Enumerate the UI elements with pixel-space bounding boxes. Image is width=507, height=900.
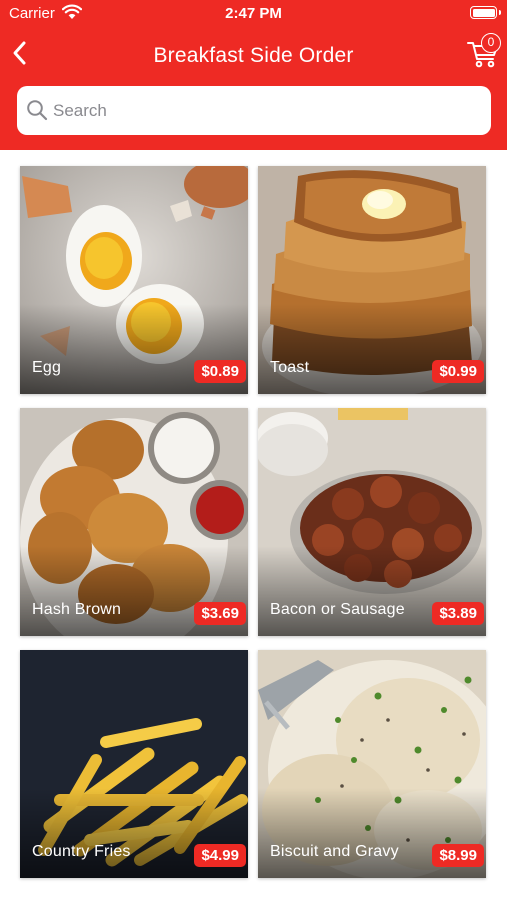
clock: 2:47 PM — [225, 5, 282, 22]
search-input[interactable] — [53, 86, 473, 135]
search-bar[interactable] — [17, 86, 491, 135]
price-badge: $0.89 — [194, 360, 246, 383]
back-button[interactable] — [8, 38, 36, 68]
price-badge: $8.99 — [432, 844, 484, 867]
search-icon — [27, 100, 48, 121]
product-card-egg[interactable]: Egg $0.89 — [20, 166, 248, 394]
chevron-left-icon — [13, 41, 26, 65]
product-card-hash-brown[interactable]: Hash Brown $3.69 — [20, 408, 248, 636]
product-name: Biscuit and Gravy — [270, 843, 399, 860]
product-name: Hash Brown — [32, 601, 122, 618]
battery-icon — [470, 6, 501, 19]
product-name: Country Fries — [32, 843, 131, 860]
product-card-toast[interactable]: Toast $0.99 — [258, 166, 486, 394]
product-card-biscuit-and-gravy[interactable]: Biscuit and Gravy $8.99 — [258, 650, 486, 878]
price-badge: $3.69 — [194, 602, 246, 625]
price-badge: $0.99 — [432, 360, 484, 383]
product-name: Egg — [32, 359, 62, 376]
product-name: Bacon or Sausage — [270, 601, 405, 618]
price-badge: $4.99 — [194, 844, 246, 867]
header: Carrier 2:47 PM Breakfast Side Order 0 — [0, 0, 507, 150]
page-title: Breakfast Side Order — [153, 44, 354, 67]
product-card-country-fries[interactable]: Country Fries $4.99 — [20, 650, 248, 878]
product-name: Toast — [270, 359, 310, 376]
price-badge: $3.89 — [432, 602, 484, 625]
product-grid: Egg $0.89 Toast $0.99 Hash Brown $3.69 B… — [0, 150, 507, 900]
status-bar: Carrier 2:47 PM — [0, 0, 507, 28]
cart-badge: 0 — [481, 33, 501, 53]
product-card-bacon-or-sausage[interactable]: Bacon or Sausage $3.89 — [258, 408, 486, 636]
